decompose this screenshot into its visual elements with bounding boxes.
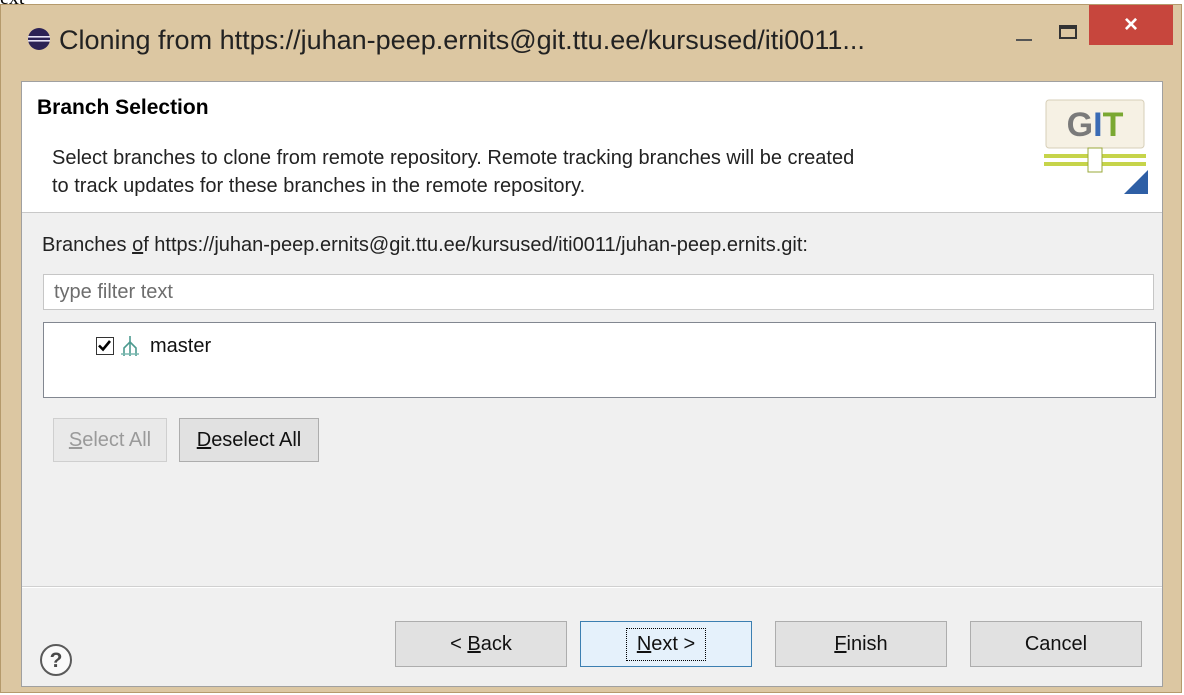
deselect-all-mnemonic: D	[196, 428, 212, 451]
branch-list[interactable]: master	[43, 322, 1156, 398]
next-label: Next >	[625, 627, 707, 661]
next-mnemonic: N	[636, 632, 652, 655]
finish-label: Finish	[834, 633, 887, 656]
clone-dialog-window: Cloning from https://juhan-peep.ernits@g…	[0, 4, 1182, 693]
window-title: Cloning from https://juhan-peep.ernits@g…	[59, 25, 865, 55]
title-bar[interactable]: Cloning from https://juhan-peep.ernits@g…	[1, 5, 1181, 77]
select-all-label: Select All	[69, 429, 151, 452]
page-title: Branch Selection	[37, 96, 209, 119]
footer-separator-highlight	[22, 587, 1162, 588]
description-line-1: Select branches to clone from remote rep…	[52, 147, 855, 169]
description-line-2: to track updates for these branches in t…	[52, 175, 586, 197]
branches-label-mnemonic: o	[132, 234, 144, 256]
minimize-button[interactable]	[1009, 5, 1043, 65]
maximize-button[interactable]	[1045, 5, 1095, 65]
back-mnemonic: B	[467, 632, 481, 655]
branches-label-url: https://juhan-peep.ernits@git.ttu.ee/kur…	[148, 234, 808, 256]
cancel-button[interactable]: Cancel	[970, 621, 1142, 667]
wizard-header: Branch Selection Select branches to clon…	[22, 82, 1162, 213]
finish-mnemonic: F	[834, 632, 847, 655]
deselect-all-button[interactable]: Deselect All	[179, 418, 319, 462]
select-all-mnemonic: S	[68, 428, 83, 451]
git-logo-text: GIT	[1067, 106, 1124, 144]
help-icon[interactable]: ?	[39, 643, 73, 677]
back-prefix: <	[450, 632, 468, 655]
close-button[interactable]: ×	[1089, 5, 1173, 45]
next-text: ext >	[651, 632, 696, 655]
branch-icon	[121, 336, 139, 356]
branches-label: Branches of https://juhan-peep.ernits@gi…	[42, 234, 808, 257]
back-label: < Back	[450, 633, 512, 656]
eclipse-icon	[28, 28, 50, 50]
git-logo-icon: GIT	[1044, 99, 1148, 194]
branches-label-prefix: Branches	[42, 234, 133, 256]
wizard-content: Branch Selection Select branches to clon…	[21, 81, 1163, 687]
deselect-all-text: eselect All	[211, 428, 302, 451]
svg-text:?: ?	[50, 649, 63, 672]
branch-checkbox[interactable]	[96, 337, 114, 355]
back-button[interactable]: < Back	[395, 621, 567, 667]
finish-button[interactable]: Finish	[775, 621, 947, 667]
next-button[interactable]: Next >	[580, 621, 752, 667]
checkmark-icon	[98, 340, 112, 352]
branch-item-master[interactable]: master	[96, 333, 211, 359]
select-all-button[interactable]: Select All	[53, 418, 167, 462]
deselect-all-label: Deselect All	[197, 429, 302, 452]
finish-text: inish	[846, 632, 888, 655]
branch-name: master	[150, 334, 212, 357]
back-text: ack	[480, 632, 512, 655]
select-all-text: elect All	[82, 428, 152, 451]
page-description: Select branches to clone from remote rep…	[52, 144, 1042, 200]
filter-input[interactable]	[43, 274, 1154, 310]
